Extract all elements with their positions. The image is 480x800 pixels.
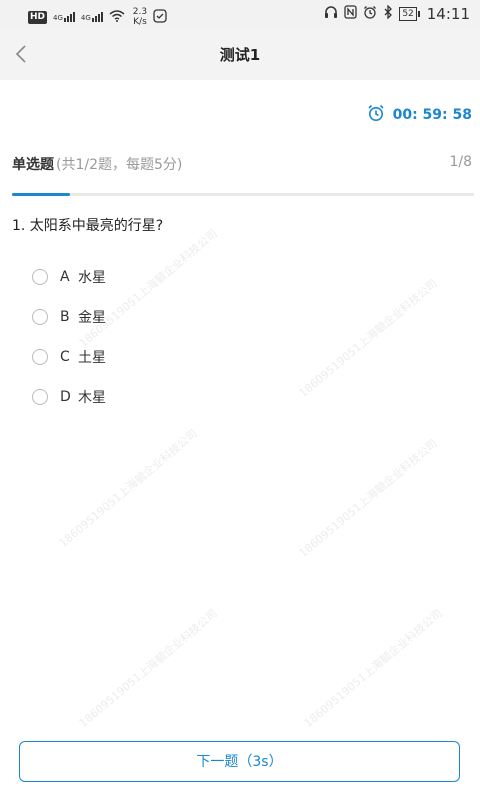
section-subtitle: (共1/2题，每题5分) <box>56 157 183 173</box>
signal-bars-icon <box>91 12 103 22</box>
section-header: 单选题 (共1/2题，每题5分) 1/8 <box>12 154 472 174</box>
radio-button[interactable] <box>32 309 48 325</box>
section-title: 单选题 <box>12 157 54 173</box>
countdown-timer: 00: 59: 58 <box>367 104 472 126</box>
nfc-icon <box>344 5 357 23</box>
check-icon <box>153 8 167 26</box>
option-d[interactable]: D 木星 <box>32 377 106 417</box>
wifi-icon <box>109 9 125 25</box>
speed-value: 2.3 <box>132 7 148 17</box>
signal-1: 4G <box>53 12 75 22</box>
timer-value: 00: 59: 58 <box>392 107 472 123</box>
next-question-button[interactable]: 下一题（3s） <box>19 741 460 782</box>
clock-time: 14:11 <box>426 5 470 23</box>
radio-button[interactable] <box>32 389 48 405</box>
chevron-left-icon <box>15 45 26 63</box>
watermark: 18609519051上海毓企业科技公司 <box>301 606 445 730</box>
signal-2: 4G <box>81 12 103 22</box>
watermark: 18609519051上海毓企业科技公司 <box>296 276 440 400</box>
back-button[interactable] <box>6 40 36 70</box>
option-letter: C <box>60 349 70 365</box>
alarm-clock-icon <box>367 104 385 126</box>
radio-button[interactable] <box>32 269 48 285</box>
network-type-1: 4G <box>53 14 63 22</box>
headphones-icon <box>324 5 338 23</box>
question-text: 1. 太阳系中最亮的行星? <box>12 218 164 234</box>
option-a[interactable]: A 水星 <box>32 257 106 297</box>
watermark: 18609519051上海毓企业科技公司 <box>76 606 220 730</box>
option-label: 土星 <box>78 350 106 366</box>
status-bar: HD 4G 4G 2.3 K/s 52 14:11 <box>0 0 480 30</box>
status-left: HD 4G 4G 2.3 K/s <box>28 7 167 27</box>
option-c[interactable]: C 土星 <box>32 337 106 377</box>
option-label: 水星 <box>78 270 106 286</box>
options-list: A 水星 B 金星 C 土星 D 木星 <box>32 257 106 417</box>
option-label: 木星 <box>78 390 106 406</box>
network-type-2: 4G <box>80 14 91 22</box>
app-header: 测试1 <box>0 30 480 80</box>
hd-badge: HD <box>28 10 48 24</box>
option-b[interactable]: B 金星 <box>32 297 106 337</box>
progress-count: 1/8 <box>449 154 472 170</box>
signal-bars-icon <box>63 12 75 22</box>
battery-icon: 52 <box>399 7 421 21</box>
watermark: 18609519051上海毓企业科技公司 <box>56 426 200 550</box>
battery-level: 52 <box>402 9 414 19</box>
option-letter: D <box>60 389 71 405</box>
network-speed: 2.3 K/s <box>133 7 147 27</box>
option-letter: B <box>60 309 70 325</box>
option-letter: A <box>60 269 70 285</box>
status-right: 52 14:11 <box>324 4 470 23</box>
option-label: 金星 <box>78 310 106 326</box>
progress-bar <box>12 193 474 196</box>
watermark: 18609519051上海毓企业科技公司 <box>296 436 440 560</box>
alarm-icon <box>363 5 377 23</box>
bluetooth-icon <box>383 4 393 23</box>
radio-button[interactable] <box>32 349 48 365</box>
page-title: 测试1 <box>219 46 261 64</box>
speed-unit: K/s <box>133 17 147 27</box>
progress-fill <box>12 193 70 196</box>
